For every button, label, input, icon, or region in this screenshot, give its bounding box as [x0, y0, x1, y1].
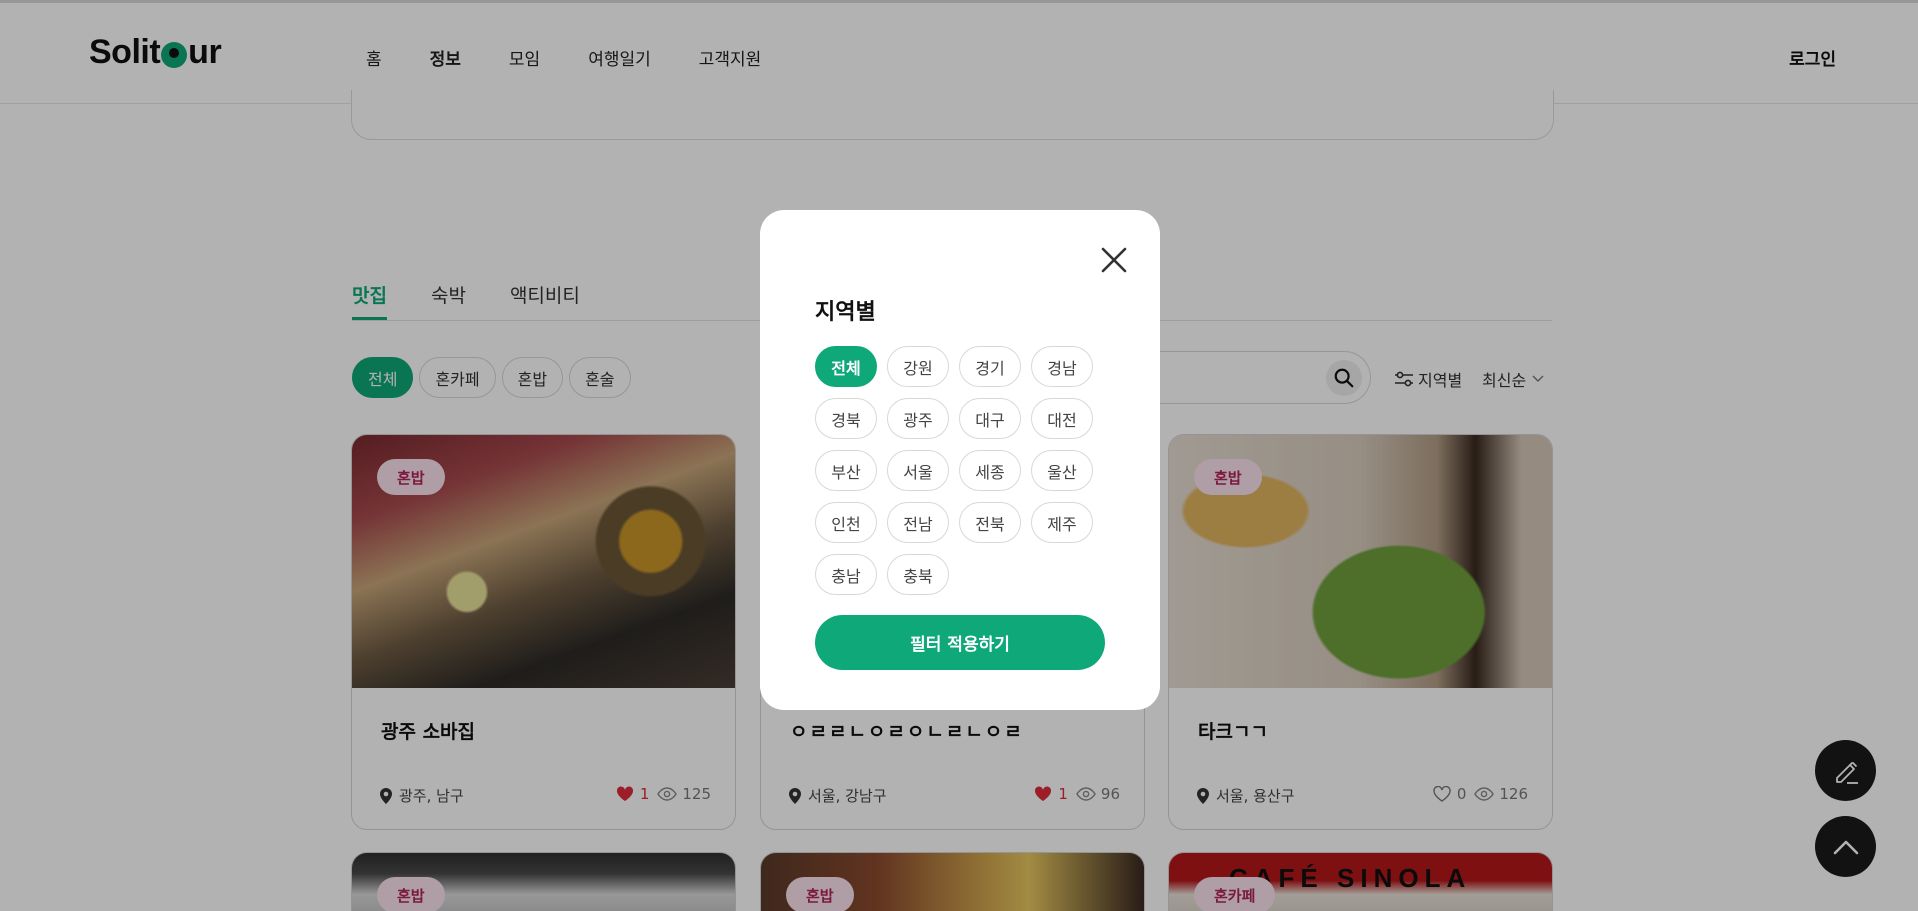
- region-option[interactable]: 경기: [959, 346, 1021, 387]
- modal-title: 지역별: [815, 300, 876, 325]
- region-option[interactable]: 인천: [815, 502, 877, 543]
- region-option[interactable]: 세종: [959, 450, 1021, 491]
- region-option[interactable]: 대구: [959, 398, 1021, 439]
- region-option[interactable]: 전체: [815, 346, 877, 387]
- region-option[interactable]: 전남: [887, 502, 949, 543]
- region-option[interactable]: 대전: [1031, 398, 1093, 439]
- region-option[interactable]: 울산: [1031, 450, 1093, 491]
- region-options: 전체 강원 경기 경남경북 광주 대구 대전부산 서울 세종 울산인천 전남 전북 제주충남 충북: [815, 346, 1105, 595]
- region-option[interactable]: 서울: [887, 450, 949, 491]
- region-option[interactable]: 충북: [887, 554, 949, 595]
- region-option[interactable]: 강원: [887, 346, 949, 387]
- apply-filter-button[interactable]: 필터 적용하기: [815, 615, 1105, 670]
- region-option[interactable]: 경남: [1031, 346, 1093, 387]
- close-icon: [1101, 247, 1127, 273]
- region-option[interactable]: 경북: [815, 398, 877, 439]
- region-option[interactable]: 부산: [815, 450, 877, 491]
- region-option[interactable]: 충남: [815, 554, 877, 595]
- region-option[interactable]: 광주: [887, 398, 949, 439]
- region-option[interactable]: 전북: [959, 502, 1021, 543]
- region-option[interactable]: 제주: [1031, 502, 1093, 543]
- region-filter-modal: 지역별 전체 강원 경기 경남경북 광주 대구 대전부산 서울 세종 울산인천 전남 전북 제주충남 충북…: [760, 210, 1160, 710]
- close-button[interactable]: [1098, 244, 1130, 276]
